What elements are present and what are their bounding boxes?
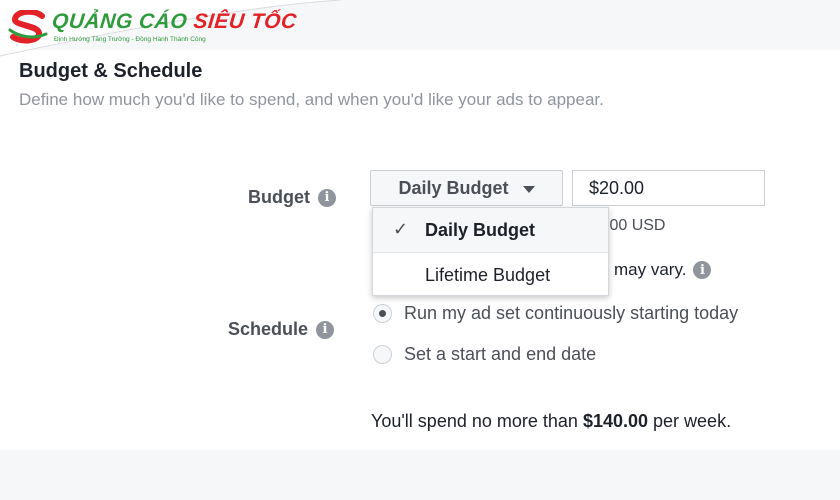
logo-brand: QUẢNG CÁO SIÊU TỐC: [51, 10, 298, 34]
schedule-option-label: Run my ad set continuously starting toda…: [404, 303, 739, 323]
budget-amount-input[interactable]: [572, 170, 765, 206]
section-title: Budget & Schedule: [19, 60, 203, 82]
summary-prefix: You'll spend no more than: [371, 411, 578, 431]
radio-unselected[interactable]: [373, 345, 392, 364]
budget-spend-hint: may vary. i: [614, 260, 712, 280]
radio-dot: [379, 310, 386, 317]
budget-info-icon[interactable]: i: [318, 188, 336, 207]
checkmark-icon: ✓: [393, 219, 409, 239]
menu-item-lifetime-budget[interactable]: Lifetime Budget: [373, 253, 608, 297]
schedule-label-text: Schedule: [228, 319, 309, 339]
budget-currency-hint: .00 USD: [605, 217, 666, 234]
schedule-label: Schedule i: [228, 319, 335, 340]
budget-type-dropdown[interactable]: Daily Budget: [370, 170, 563, 206]
summary-suffix: per week.: [653, 411, 732, 431]
caret-down-icon: [522, 185, 535, 193]
section-description: Define how much you'd like to spend, and…: [19, 90, 604, 109]
budget-label: Budget i: [248, 187, 336, 208]
menu-item-daily-budget[interactable]: ✓ Daily Budget: [373, 208, 608, 252]
schedule-option-label: Set a start and end date: [404, 344, 597, 364]
bottom-band: [0, 450, 840, 500]
logo-s-icon: [8, 10, 48, 44]
logo-tagline: Định Hướng Tăng Trưởng - Đồng Hành Thành…: [54, 36, 206, 43]
menu-item-label: Daily Budget: [425, 219, 536, 240]
budget-type-menu: ✓ Daily Budget Lifetime Budget: [372, 207, 609, 296]
menu-item-label: Lifetime Budget: [425, 264, 551, 285]
radio-selected[interactable]: [373, 304, 392, 323]
schedule-option-continuous[interactable]: Run my ad set continuously starting toda…: [373, 303, 738, 324]
logo-brand-part2: SIÊU TỐC: [192, 10, 298, 33]
logo-brand-part1: QUẢNG CÁO: [50, 10, 189, 33]
schedule-option-date-range[interactable]: Set a start and end date: [373, 344, 596, 365]
schedule-info-icon[interactable]: i: [316, 320, 335, 339]
spend-info-icon[interactable]: i: [693, 261, 712, 279]
summary-amount: $140.00: [582, 411, 649, 431]
spend-summary: You'll spend no more than $140.00 per we…: [371, 411, 731, 432]
budget-type-selected: Daily Budget: [398, 177, 509, 198]
budget-spend-hint-text: may vary.: [614, 260, 687, 279]
budget-label-text: Budget: [248, 187, 310, 207]
